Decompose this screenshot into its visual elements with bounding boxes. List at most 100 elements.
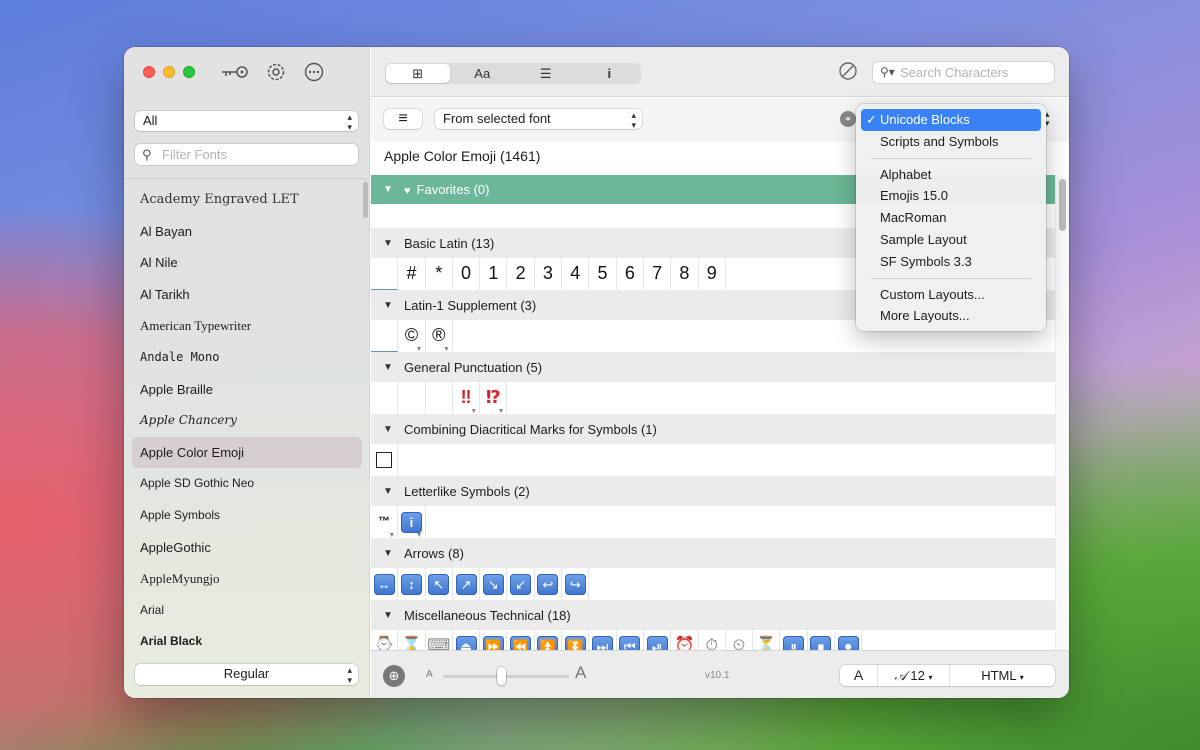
font-list[interactable]: Academy Engraved LET Al Bayan Al Nile Al… [124, 178, 370, 648]
text-view-tab[interactable]: Aa [451, 63, 515, 84]
glyph-cell-blank[interactable] [426, 381, 453, 414]
glyph-cell[interactable]: ⏱ [699, 629, 726, 650]
font-list-item[interactable]: Arial [132, 595, 362, 627]
glyph-cell[interactable]: ⏩ [480, 629, 508, 650]
glyph-cell[interactable]: 6 [617, 257, 644, 290]
menu-item-sample-layout[interactable]: Sample Layout [861, 229, 1041, 251]
close-window-button[interactable] [143, 66, 155, 78]
glyph-cell[interactable]: ↔ [371, 567, 399, 600]
glyph-cell[interactable]: ⏯ [644, 629, 672, 650]
section-header-misc-technical[interactable]: ▼ Miscellaneous Technical (18) [371, 601, 1055, 630]
glyph-cell[interactable]: ‼ ▼ [453, 381, 481, 415]
glyph-cell-blank[interactable] [371, 381, 399, 414]
collection-select[interactable]: All ▴ ▾ [135, 111, 358, 132]
section-header-combining[interactable]: ▼ Combining Diacritical Marks for Symbol… [371, 415, 1055, 444]
glyph-cell[interactable]: i ▼ [398, 505, 426, 539]
glyph-cell[interactable]: ⏬ [562, 629, 590, 650]
glyph-cell[interactable]: 4 [562, 257, 590, 290]
glyph-cell[interactable]: ⏫ [535, 629, 563, 650]
glyph-cell[interactable]: 7 [644, 257, 672, 290]
glyph-cell[interactable]: ⏭ [589, 629, 617, 650]
glyph-cell[interactable]: ↪ [562, 567, 590, 600]
glyph-cell[interactable]: ⌚ [371, 629, 399, 650]
glyph-cell[interactable]: ↘ [480, 567, 508, 600]
font-list-item[interactable]: Andale Mono [132, 342, 362, 374]
menu-item-emojis[interactable]: Emojis 15.0 [861, 185, 1041, 207]
menu-item-scripts-symbols[interactable]: Scripts and Symbols [861, 131, 1041, 153]
menu-item-more-layouts[interactable]: More Layouts... [861, 305, 1041, 327]
glyph-cell[interactable]: ↖ [426, 567, 453, 600]
font-list-item[interactable]: Academy Engraved LET [132, 184, 362, 216]
glyph-cell[interactable]: 2 [507, 257, 535, 290]
font-list-item[interactable]: Arial Black [132, 626, 362, 648]
gear-icon[interactable] [263, 61, 289, 83]
key-icon[interactable] [220, 61, 248, 83]
source-select[interactable]: From selected font ▴ ▾ [435, 109, 642, 130]
glyph-cell[interactable]: ⏲ [726, 629, 754, 650]
glyph-cell[interactable]: * [426, 257, 453, 290]
menu-item-custom-layouts[interactable]: Custom Layouts... [861, 284, 1041, 306]
glyph-preview-button[interactable]: A [840, 665, 878, 686]
glyph-cell[interactable]: 0 [453, 257, 481, 290]
glyph-cell[interactable]: 3 [535, 257, 563, 290]
font-list-item[interactable]: Apple Chancery [132, 405, 362, 437]
font-list-item[interactable]: AppleGothic [132, 532, 362, 564]
font-list-item[interactable]: Al Nile [132, 247, 362, 279]
menu-item-unicode-blocks[interactable]: ✓ Unicode Blocks [861, 109, 1041, 131]
glyph-cell[interactable]: ⌛ [398, 629, 426, 650]
section-header-arrows[interactable]: ▼ Arrows (8) [371, 539, 1055, 568]
more-options-icon[interactable] [301, 61, 327, 83]
glyph-cell-blank[interactable] [398, 381, 426, 414]
filter-fonts-input[interactable]: ⚲ Filter Fonts [135, 144, 358, 165]
font-list-item[interactable]: Apple Symbols [132, 500, 362, 532]
font-list-item[interactable]: American Typewriter [132, 310, 362, 342]
glyph-cell-blank[interactable] [371, 257, 399, 290]
glyph-cell[interactable]: ® ▼ [426, 319, 453, 353]
glyph-cell[interactable]: © ▼ [398, 319, 426, 353]
glyph-cell[interactable]: ↙ [507, 567, 535, 600]
glyph-cell[interactable]: # [398, 257, 426, 290]
no-selection-icon[interactable] [838, 61, 858, 86]
glyph-cell[interactable]: ↗ [453, 567, 481, 600]
glyph-cell[interactable]: 9 [699, 257, 726, 290]
zoom-icon[interactable]: ⊕ [383, 665, 405, 687]
glyph-cell[interactable]: ↕ [398, 567, 426, 600]
export-format-button[interactable]: HTML ▾ [950, 665, 1055, 686]
font-list-scrollbar[interactable] [362, 178, 370, 648]
section-header-general-punctuation[interactable]: ▼ General Punctuation (5) [371, 353, 1055, 382]
glyph-cell[interactable]: ⏳ [753, 629, 781, 650]
menu-item-alphabet[interactable]: Alphabet [861, 164, 1041, 186]
menu-item-sf-symbols[interactable]: SF Symbols 3.3 [861, 251, 1041, 273]
font-list-item-selected[interactable]: Apple Color Emoji [132, 436, 362, 469]
glyph-cell[interactable]: ⏰ [671, 629, 699, 650]
glyph-cell[interactable]: ™ ▼ [371, 505, 399, 539]
font-list-item[interactable]: Apple Braille [132, 374, 362, 406]
glyph-cell-blank[interactable] [371, 319, 399, 352]
zoom-window-button[interactable] [183, 66, 195, 78]
info-view-tab[interactable]: i [578, 63, 642, 84]
font-list-item[interactable]: Al Bayan [132, 216, 362, 248]
font-list-item[interactable]: Al Tarikh [132, 279, 362, 311]
glyph-cell[interactable]: 5 [589, 257, 617, 290]
font-style-select[interactable]: Regular ▴ ▾ [135, 664, 358, 685]
glyph-cell[interactable]: ↩ [535, 567, 563, 600]
glyph-cell[interactable]: ⏺ [835, 629, 863, 650]
glyph-cell[interactable]: ⌨ [426, 629, 453, 650]
font-size-button[interactable]: 𝒜 12 ▾ [878, 665, 950, 686]
grid-view-tab[interactable]: ⊞ [386, 64, 450, 83]
glyph-cell[interactable]: 1 [480, 257, 508, 290]
glyph-size-slider-handle[interactable] [497, 667, 506, 685]
list-view-tab[interactable]: ☰ [514, 63, 578, 84]
section-header-letterlike[interactable]: ▼ Letterlike Symbols (2) [371, 477, 1055, 506]
menu-item-macroman[interactable]: MacRoman [861, 207, 1041, 229]
list-toggle-button[interactable]: ≡ [384, 109, 422, 129]
minimize-window-button[interactable] [163, 66, 175, 78]
glyph-cell[interactable]: ⏸ [780, 629, 808, 650]
glyph-cell[interactable]: ⏏ [453, 629, 481, 650]
character-search-input[interactable]: ⚲▾ Search Characters [873, 62, 1054, 83]
glyph-cell[interactable]: ⏹ [808, 629, 836, 650]
glyph-cell[interactable]: ⁉ ▼ [480, 381, 508, 415]
glyph-cell[interactable]: 8 [671, 257, 699, 290]
glyph-cell[interactable] [371, 443, 399, 476]
glyph-grid-scrollbar[interactable] [1055, 175, 1069, 650]
